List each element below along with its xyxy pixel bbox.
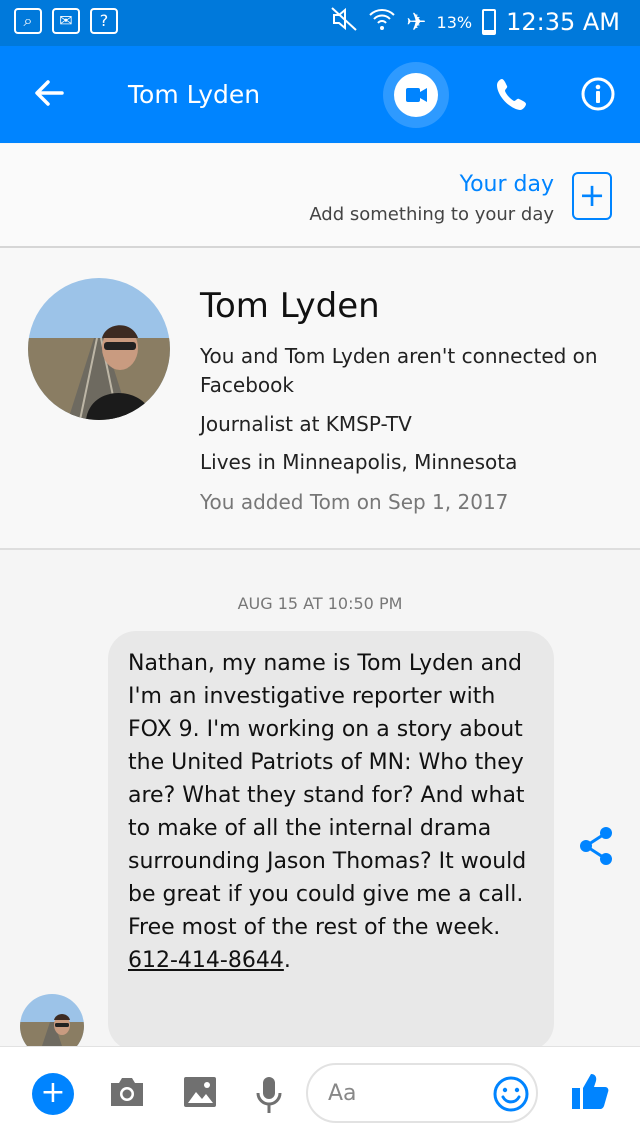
notification-icons: ⌕ ✉ ?	[14, 8, 118, 34]
message-composer: + Aa	[0, 1046, 640, 1139]
video-call-button[interactable]	[394, 73, 438, 117]
message-body: Nathan, my name is Tom Lyden and I'm an …	[128, 651, 527, 940]
phone-call-icon[interactable]	[494, 76, 530, 116]
message-text: Nathan, my name is Tom Lyden and I'm an …	[128, 647, 538, 977]
battery-fill	[484, 30, 495, 33]
more-options-button[interactable]: +	[32, 1073, 74, 1115]
battery-percent: 13%	[436, 12, 473, 32]
profile-job: Journalist at KMSP-TV	[200, 412, 412, 436]
message-input[interactable]: Aa	[306, 1063, 538, 1123]
profile-location: Lives in Minneapolis, Minnesota	[200, 450, 518, 474]
microphone-icon[interactable]	[254, 1075, 284, 1119]
unknown-notification-icon: ?	[90, 8, 118, 34]
mute-icon	[330, 6, 358, 38]
clock: 12:35 AM	[506, 8, 620, 36]
back-arrow-icon[interactable]	[32, 76, 66, 114]
message-bubble[interactable]: Nathan, my name is Tom Lyden and I'm an …	[108, 631, 554, 1051]
battery-icon	[482, 9, 497, 35]
your-day-title: Your day	[459, 172, 554, 197]
phone-number-link[interactable]: 612-414-8644	[128, 948, 284, 973]
thumbs-up-icon[interactable]	[570, 1071, 610, 1115]
emoji-icon[interactable]	[492, 1075, 530, 1117]
message-end: .	[283, 948, 291, 973]
system-status: ✈ 13% 12:35 AM	[330, 6, 620, 38]
conversation-header: Tom Lyden	[0, 46, 640, 143]
camera-icon[interactable]	[108, 1075, 146, 1113]
profile-added-date: You added Tom on Sep 1, 2017	[200, 490, 509, 514]
message-input-placeholder: Aa	[328, 1081, 357, 1106]
message-timestamp: AUG 15 AT 10:50 PM	[237, 594, 403, 613]
share-icon[interactable]	[578, 826, 614, 870]
airplane-mode-icon: ✈	[406, 8, 427, 36]
your-day-subtitle: Add something to your day	[309, 204, 554, 225]
conversation-title[interactable]: Tom Lyden	[128, 80, 260, 109]
email-notification-icon: ✉	[52, 8, 80, 34]
profile-avatar[interactable]	[28, 278, 170, 420]
connection-status: You and Tom Lyden aren't connected on Fa…	[200, 344, 598, 397]
video-camera-icon	[406, 88, 427, 102]
info-icon[interactable]	[580, 76, 616, 116]
messenger-notification-icon: ⌕	[14, 8, 42, 34]
contact-profile-card: Tom Lyden You and Tom Lyden aren't conne…	[0, 248, 640, 550]
your-day-banner[interactable]: Your day Add something to your day +	[0, 144, 640, 248]
wifi-icon	[368, 6, 396, 38]
add-to-day-button[interactable]: +	[572, 172, 612, 220]
gallery-icon[interactable]	[182, 1075, 218, 1113]
status-bar: ⌕ ✉ ? ✈ 13% 12:35 AM	[0, 0, 640, 46]
profile-name: Tom Lyden	[200, 286, 380, 326]
